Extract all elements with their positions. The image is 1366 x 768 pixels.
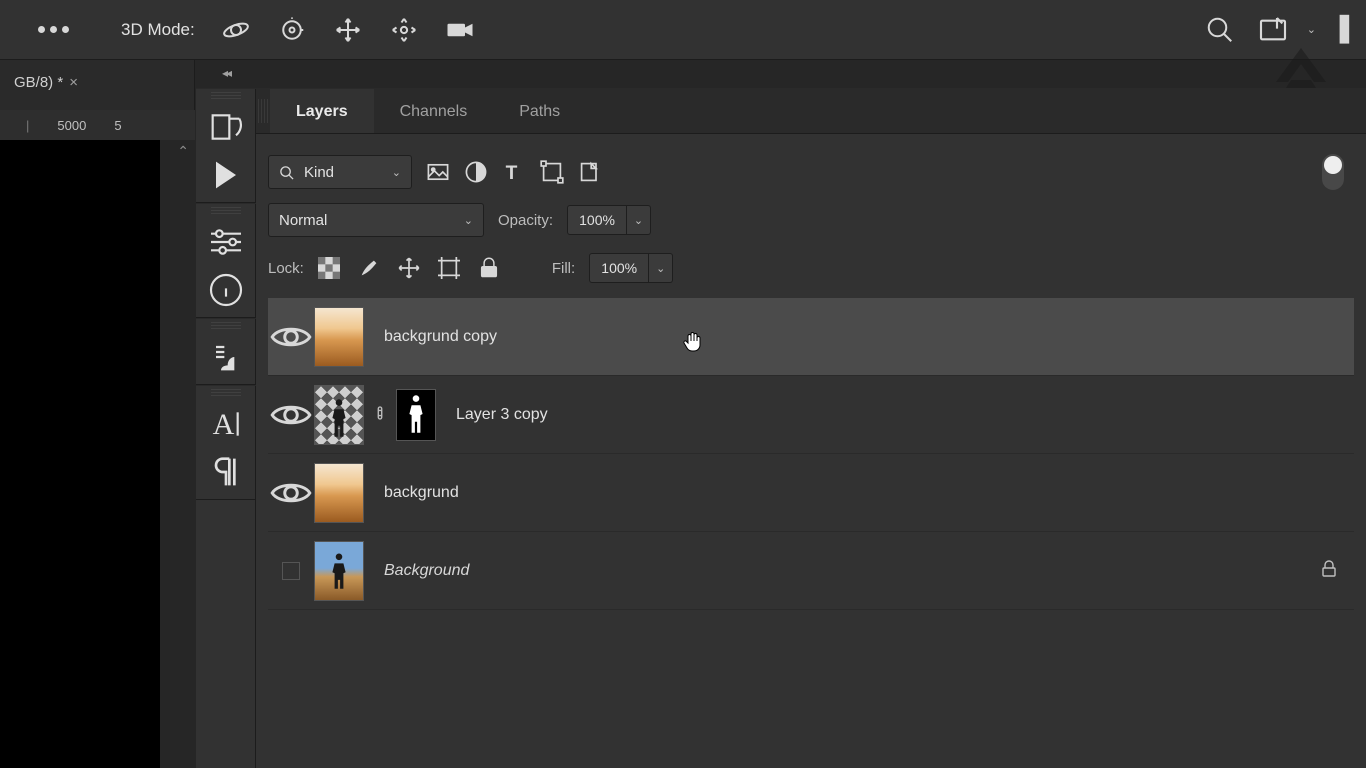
layers-panel: Layers Channels Paths Kind ⌄ T: [256, 88, 1366, 768]
camera-3d-icon[interactable]: [445, 15, 475, 45]
filter-type-icon[interactable]: T: [502, 160, 526, 184]
layer-row[interactable]: backgrund copy: [268, 298, 1354, 376]
layer-thumbnail[interactable]: [314, 541, 364, 601]
collapse-panels-icon[interactable]: ◂◂: [196, 62, 256, 84]
orbit-3d-icon[interactable]: [221, 15, 251, 45]
paragraph-icon[interactable]: [206, 451, 246, 493]
fill-label[interactable]: Fill:: [552, 260, 575, 277]
document-tab-title: GB/8) *: [14, 74, 63, 91]
visibility-toggle[interactable]: [268, 314, 314, 360]
character-icon[interactable]: A: [206, 403, 246, 445]
workspace-icon[interactable]: [1338, 15, 1354, 45]
layer-row[interactable]: Background: [268, 532, 1354, 610]
visibility-toggle[interactable]: [268, 392, 314, 438]
roll-3d-icon[interactable]: [277, 15, 307, 45]
layer-mask-thumbnail[interactable]: [396, 389, 436, 441]
layer-name[interactable]: backgrund copy: [384, 328, 497, 346]
layer-thumbnail[interactable]: [314, 463, 364, 523]
fill-value[interactable]: 100%: [589, 253, 649, 283]
lock-pixels-icon[interactable]: [358, 257, 380, 279]
share-dropdown-chevron[interactable]: ⌄: [1307, 23, 1316, 36]
layer-thumbnail[interactable]: [314, 385, 364, 445]
document-tab-strip: GB/8) * ×: [0, 60, 195, 110]
layer-name[interactable]: backgrund: [384, 484, 459, 502]
ruler-mark: 5000: [57, 118, 86, 133]
options-bar: 3D Mode: ⌄: [0, 0, 1366, 60]
svg-text:A: A: [212, 408, 234, 441]
panel-dock: A: [196, 88, 256, 768]
svg-text:T: T: [506, 163, 518, 184]
lock-position-icon[interactable]: [398, 257, 420, 279]
layer-name[interactable]: Layer 3 copy: [456, 406, 548, 424]
layer-row[interactable]: Layer 3 copy: [268, 376, 1354, 454]
layer-filter-select[interactable]: Kind ⌄: [268, 155, 412, 189]
actions-icon[interactable]: [206, 154, 246, 196]
lock-artboard-icon[interactable]: [438, 257, 460, 279]
visibility-toggle[interactable]: [268, 562, 314, 580]
ruler-mark: 5: [114, 118, 121, 133]
opacity-dropdown-chevron[interactable]: ⌄: [627, 205, 651, 235]
tab-paths[interactable]: Paths: [493, 89, 586, 133]
opacity-label[interactable]: Opacity:: [498, 212, 553, 229]
fill-dropdown-chevron[interactable]: ⌄: [649, 253, 673, 283]
ruler-horizontal[interactable]: | 5000 5: [0, 110, 195, 140]
adjustments-icon[interactable]: [206, 221, 246, 263]
layer-filter-label: Kind: [304, 164, 334, 181]
panel-tab-strip: Layers Channels Paths: [256, 88, 1366, 134]
pan-3d-icon[interactable]: [333, 15, 363, 45]
search-icon[interactable]: [1205, 15, 1235, 45]
layer-mask-link-icon[interactable]: [374, 405, 386, 424]
lock-label: Lock:: [268, 260, 304, 277]
tab-layers[interactable]: Layers: [270, 89, 374, 133]
filter-smart-icon[interactable]: [578, 160, 602, 184]
document-tab[interactable]: GB/8) * ×: [8, 70, 84, 95]
filter-pixel-icon[interactable]: [426, 160, 450, 184]
layer-row[interactable]: backgrund: [268, 454, 1354, 532]
layer-name[interactable]: Background: [384, 562, 469, 580]
filter-shape-icon[interactable]: [540, 160, 564, 184]
lock-transparent-icon[interactable]: [318, 257, 340, 279]
clone-source-icon[interactable]: [206, 336, 246, 378]
lock-all-icon[interactable]: [478, 257, 500, 279]
info-icon[interactable]: [206, 269, 246, 311]
watermark-logo: [1266, 40, 1336, 95]
history-icon[interactable]: [206, 106, 246, 148]
canvas-area: | 5000 5 ⌃: [0, 110, 195, 768]
visibility-toggle[interactable]: [268, 470, 314, 516]
layer-locked-icon[interactable]: [1320, 560, 1338, 581]
layer-thumbnail[interactable]: [314, 307, 364, 367]
slide-3d-icon[interactable]: [389, 15, 419, 45]
opacity-value[interactable]: 100%: [567, 205, 627, 235]
layer-list: backgrund copy Layer 3 co: [268, 298, 1354, 610]
blend-mode-select[interactable]: Normal ⌄: [268, 203, 484, 237]
options-menu-button[interactable]: [38, 26, 69, 33]
tab-channels[interactable]: Channels: [374, 89, 494, 133]
blend-mode-label: Normal: [279, 212, 327, 229]
close-tab-icon[interactable]: ×: [69, 74, 78, 91]
mode-label: 3D Mode:: [121, 20, 195, 40]
filter-adjustment-icon[interactable]: [464, 160, 488, 184]
canvas-surface[interactable]: [0, 140, 160, 768]
filter-toggle[interactable]: [1322, 154, 1344, 190]
scroll-up-arrow[interactable]: ⌃: [177, 144, 189, 158]
